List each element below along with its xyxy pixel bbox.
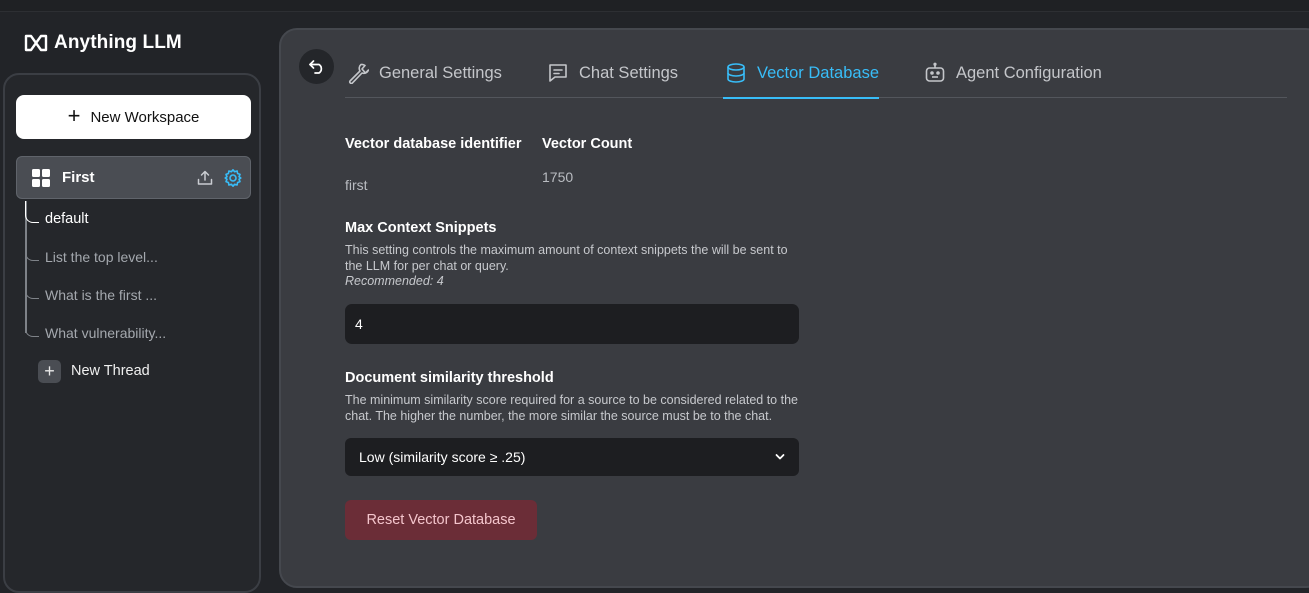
vector-count-value: 1750 — [542, 169, 574, 185]
reset-vector-database-button[interactable]: Reset Vector Database — [345, 500, 537, 540]
wrench-icon — [348, 63, 369, 84]
settings-panel: General Settings Chat Settings Vector Da… — [279, 28, 1309, 588]
top-bar — [0, 0, 1309, 12]
tab-label: Agent Configuration — [956, 63, 1102, 82]
tab-general-settings[interactable]: General Settings — [347, 48, 502, 98]
logo-text: Anything LLM — [54, 32, 182, 53]
tab-label: Chat Settings — [579, 63, 679, 82]
plus-icon: + — [38, 359, 61, 383]
tab-chat-settings[interactable]: Chat Settings — [547, 48, 678, 98]
thread-connector — [25, 315, 39, 337]
max-context-snippets-label: Max Context Snippets — [345, 220, 497, 236]
thread-connector — [25, 239, 39, 261]
back-button[interactable] — [299, 49, 334, 84]
thread-item[interactable]: What is the first ... — [25, 277, 245, 315]
thread-item-default[interactable]: default — [25, 201, 245, 239]
thread-label: default — [45, 211, 89, 227]
vector-identifier-label: Vector database identifier — [345, 136, 522, 152]
similarity-threshold-label: Document similarity threshold — [345, 370, 554, 386]
tab-label: Vector Database — [757, 63, 879, 82]
gear-icon[interactable] — [222, 167, 244, 189]
vector-count-label: Vector Count — [542, 136, 633, 152]
thread-item[interactable]: What vulnerability... — [25, 315, 245, 353]
tab-agent-configuration[interactable]: Agent Configuration — [924, 48, 1102, 98]
thread-connector — [25, 201, 39, 223]
thread-item[interactable]: List the top level... — [25, 239, 245, 277]
thread-label: What vulnerability... — [45, 325, 167, 341]
app-logo: Anything LLM — [24, 32, 182, 54]
tab-vector-database[interactable]: Vector Database — [723, 48, 879, 99]
thread-label: What is the first ... — [45, 287, 158, 303]
upload-icon[interactable] — [194, 167, 216, 189]
workspace-name: First — [62, 169, 95, 186]
similarity-threshold-selected: Low (similarity score ≥ .25) — [359, 449, 526, 465]
workspace-grid-icon — [32, 168, 50, 187]
back-arrow-icon — [308, 59, 322, 74]
vector-identifier-value: first — [345, 177, 368, 193]
robot-icon — [925, 62, 945, 82]
sidebar: + New Workspace First default List the t… — [3, 73, 261, 593]
thread-connector — [25, 277, 39, 299]
new-thread-label: New Thread — [71, 363, 150, 379]
max-context-snippets-value: 4 — [355, 316, 363, 332]
max-context-snippets-input[interactable]: 4 — [345, 304, 799, 344]
chevron-down-icon — [775, 454, 785, 460]
chat-icon — [549, 64, 567, 82]
tab-label: General Settings — [379, 63, 502, 82]
max-context-snippets-description: This setting controls the maximum amount… — [345, 243, 788, 273]
workspace-item-first[interactable]: First — [16, 156, 251, 199]
logo-mark-icon — [24, 34, 48, 52]
new-thread-button[interactable]: + New Thread — [38, 359, 150, 383]
settings-tabs: General Settings Chat Settings Vector Da… — [345, 48, 1287, 99]
similarity-threshold-select[interactable]: Low (similarity score ≥ .25) — [345, 438, 799, 476]
database-icon — [727, 63, 745, 83]
max-context-snippets-recommended: Recommended: 4 — [345, 274, 444, 288]
similarity-threshold-description: The minimum similarity score required fo… — [345, 393, 798, 423]
new-workspace-button[interactable]: + New Workspace — [16, 95, 251, 139]
thread-label: List the top level... — [45, 249, 158, 265]
new-workspace-label: New Workspace — [90, 108, 200, 126]
plus-icon: + — [67, 103, 81, 128]
